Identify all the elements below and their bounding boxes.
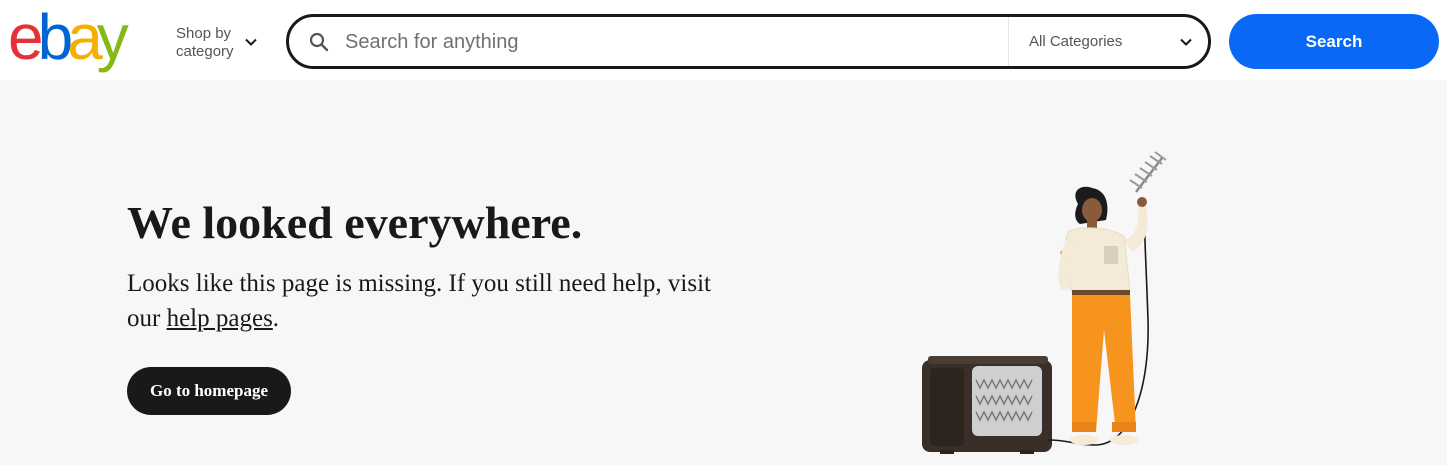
category-select[interactable]: All Categories: [1009, 17, 1209, 66]
error-message-suffix: .: [272, 305, 280, 332]
shop-by-category-button[interactable]: Shop by category: [176, 23, 266, 63]
logo-letter-a: a: [67, 1, 103, 73]
search-bar: All Categories: [286, 14, 1211, 69]
tv-icon: [922, 356, 1052, 454]
category-select-label: All Categories: [1029, 33, 1123, 50]
search-icon: [309, 32, 329, 52]
page-title: We looked everywhere.: [127, 197, 583, 248]
antenna-icon: [1129, 151, 1167, 193]
logo-letter-y: y: [96, 1, 129, 73]
shop-by-category-label: Shop by category: [176, 25, 234, 60]
ebay-logo[interactable]: ebay: [8, 1, 129, 73]
help-pages-link[interactable]: help pages: [167, 305, 273, 332]
go-to-homepage-button[interactable]: Go to homepage: [127, 367, 291, 415]
missing-page-illustration: [922, 151, 1167, 454]
search-button[interactable]: Search: [1229, 14, 1439, 69]
search-input[interactable]: [345, 23, 1000, 61]
error-message: Looks like this page is missing. If you …: [127, 266, 747, 336]
person-figure: [1058, 186, 1148, 445]
logo-letter-e: e: [8, 1, 44, 73]
header: ebay Shop by category All Categories Sea…: [0, 0, 1447, 80]
chevron-down-icon: [245, 38, 257, 46]
logo-letter-b: b: [37, 1, 74, 73]
chevron-down-icon: [1180, 38, 1192, 46]
